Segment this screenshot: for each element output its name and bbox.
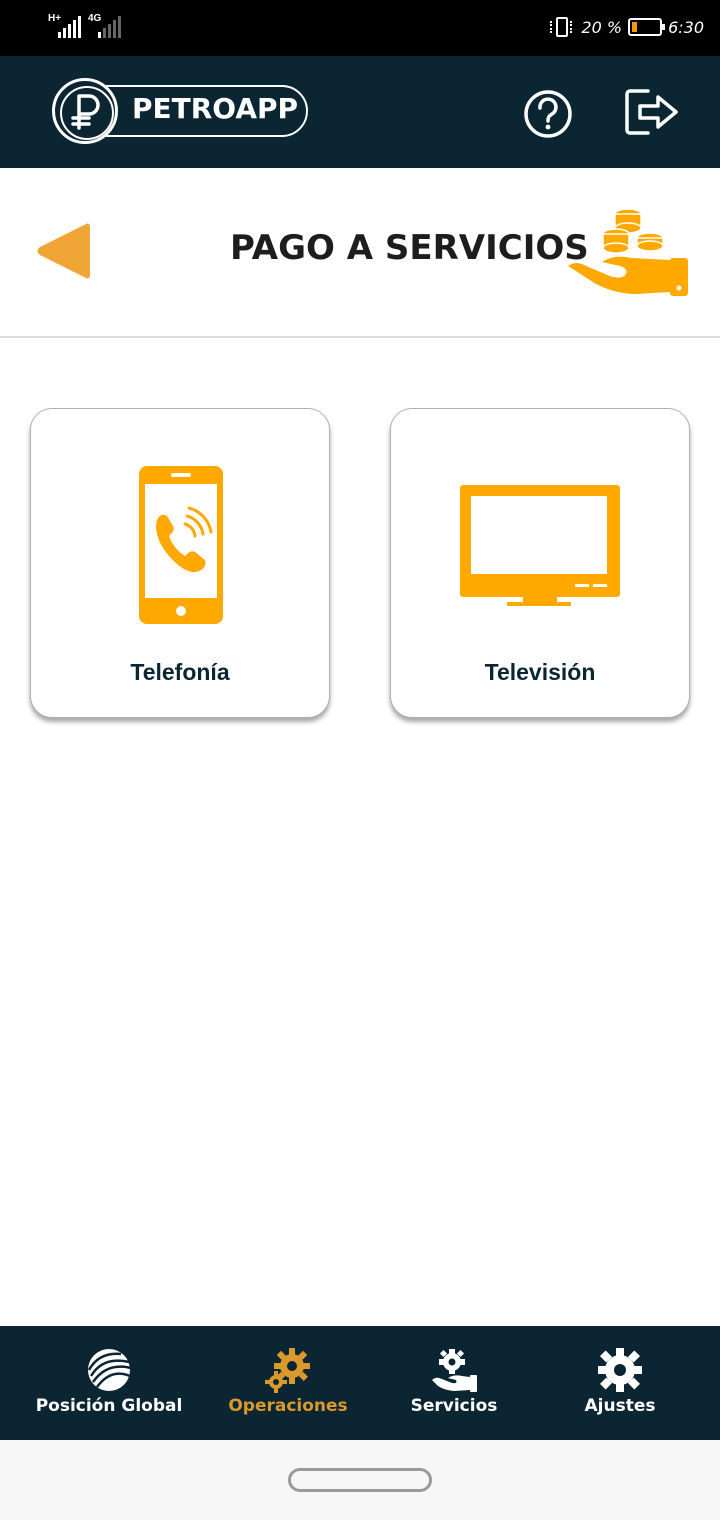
network-type-1: H+ xyxy=(48,13,62,24)
battery-percent: 20 % xyxy=(581,17,623,37)
home-gesture-handle[interactable] xyxy=(288,1468,432,1492)
signal-strength-1: H+ xyxy=(48,14,81,38)
hand-coins-icon xyxy=(566,204,690,300)
status-bar: H+ 4G 20 % 6:30 xyxy=(0,0,720,56)
gear-icon xyxy=(598,1348,642,1392)
clock: 6:30 xyxy=(668,17,704,37)
phone-call-icon xyxy=(139,466,223,624)
petroapp-logo: PETROAPP xyxy=(52,78,308,144)
title-section: PAGO A SERVICIOS xyxy=(0,168,720,338)
service-card-telefonia[interactable]: Telefonía xyxy=(30,408,330,718)
vibrate-icon xyxy=(549,16,575,38)
hand-gear-icon xyxy=(432,1349,477,1392)
app-name: PETROAPP xyxy=(132,92,299,125)
nav-label: Ajustes xyxy=(584,1396,656,1416)
question-circle-icon xyxy=(524,90,572,138)
app-header: PETROAPP xyxy=(0,56,720,168)
nav-label: Operaciones xyxy=(228,1396,348,1416)
nav-label: Servicios xyxy=(410,1396,498,1416)
logout-button[interactable] xyxy=(624,88,680,136)
help-button[interactable] xyxy=(522,88,574,140)
nav-servicios[interactable]: Servicios xyxy=(374,1326,534,1440)
battery-icon xyxy=(628,18,666,36)
nav-posicion-global[interactable]: Posición Global xyxy=(20,1326,198,1440)
back-triangle-icon xyxy=(37,223,90,279)
service-label: Telefonía xyxy=(130,659,230,685)
logout-icon xyxy=(625,89,678,135)
page-title: PAGO A SERVICIOS xyxy=(230,228,589,268)
network-type-2: 4G xyxy=(88,13,102,24)
service-label: Televisión xyxy=(484,659,596,685)
nav-ajustes[interactable]: Ajustes xyxy=(540,1326,700,1440)
signal-strength-2: 4G xyxy=(88,14,121,38)
service-card-television[interactable]: Televisión xyxy=(390,408,690,718)
nav-operaciones[interactable]: Operaciones xyxy=(200,1326,376,1440)
globe-icon xyxy=(87,1349,132,1391)
gears-icon xyxy=(265,1348,310,1393)
nav-label: Posición Global xyxy=(35,1396,183,1416)
back-button[interactable] xyxy=(34,220,92,282)
bottom-navigation: Posición Global Operaciones Servicios Aj… xyxy=(0,1326,720,1440)
system-gesture-area xyxy=(0,1440,720,1520)
petro-coin-icon xyxy=(52,78,118,144)
television-icon xyxy=(460,485,620,606)
